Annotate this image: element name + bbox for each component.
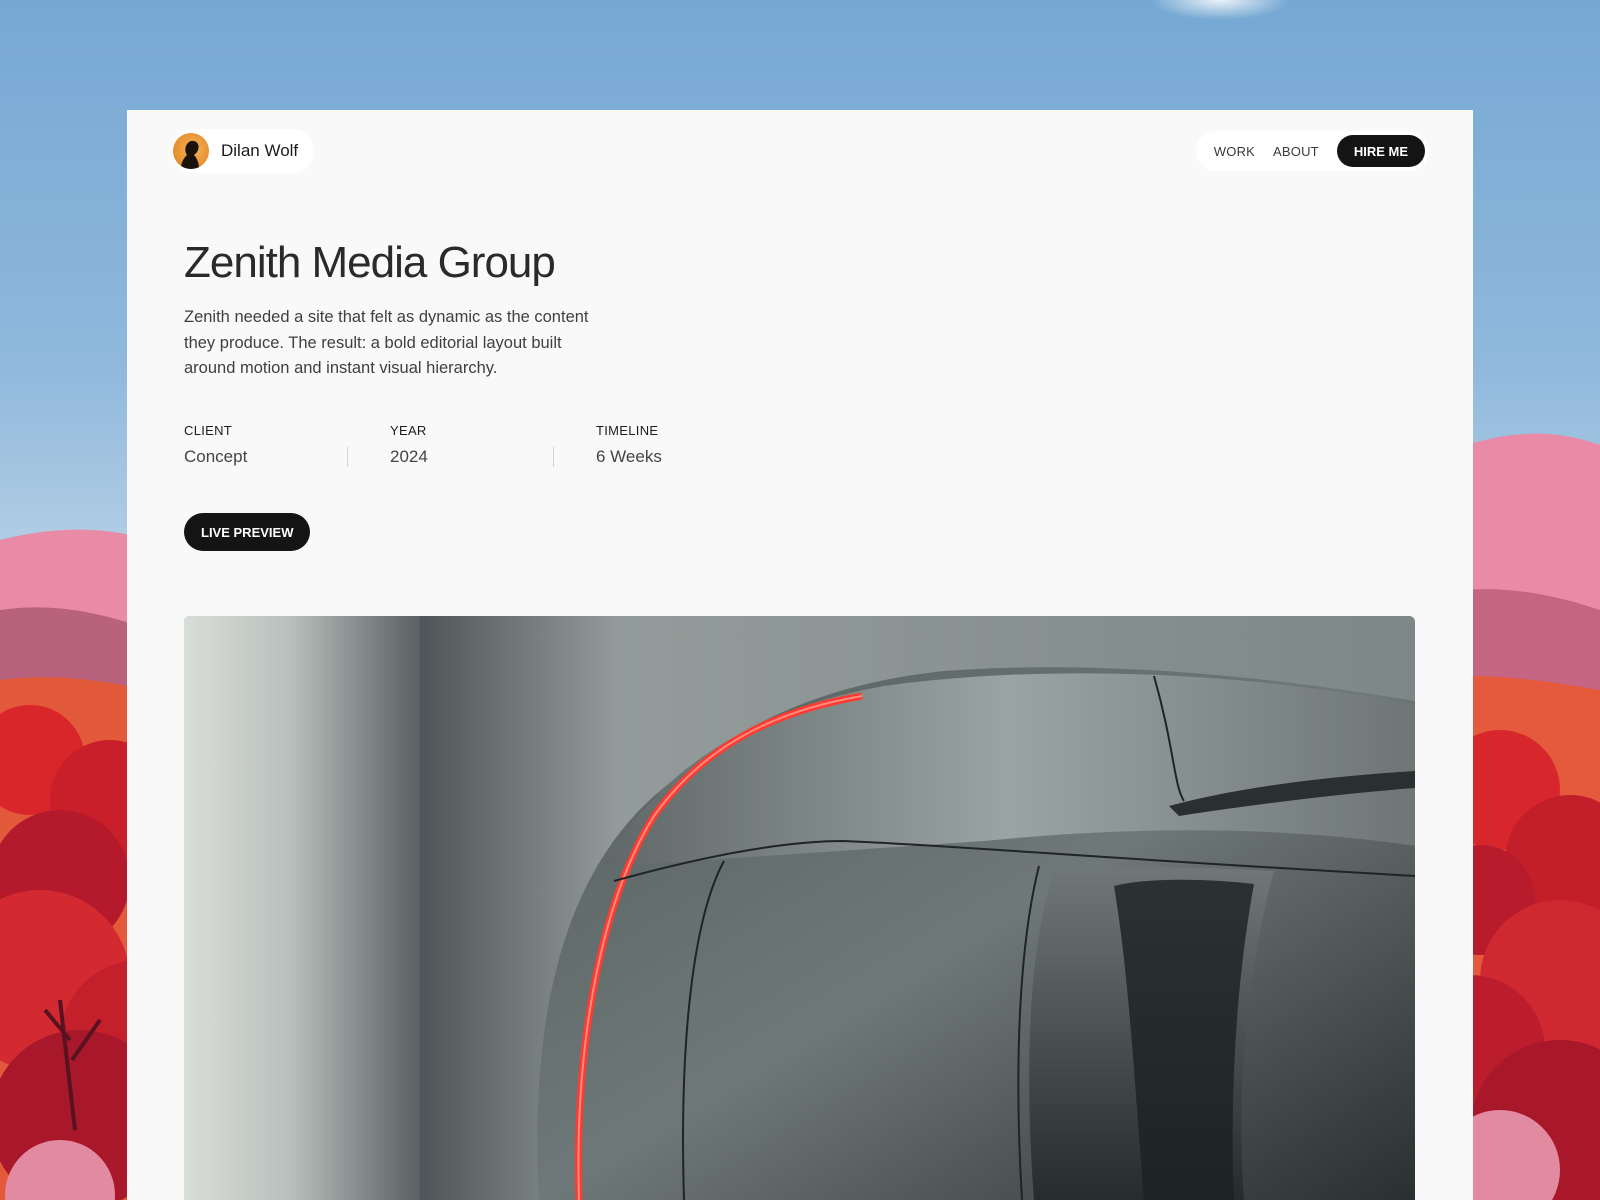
brand-name: Dilan Wolf [221, 141, 299, 160]
meta-value: 2024 [390, 447, 428, 466]
meta-timeline: TIMELINE 6 Weeks [596, 423, 802, 467]
meta-label: TIMELINE [596, 423, 659, 438]
nav-work[interactable]: WORK [1214, 144, 1255, 159]
top-bar: Dilan Wolf WORK ABOUT HIRE ME [171, 129, 1429, 173]
person-silhouette-icon [181, 140, 199, 169]
car-render-illustration [184, 616, 1415, 1200]
project-meta: CLIENT Concept YEAR 2024 TIMELINE 6 Week… [184, 423, 802, 467]
main-nav: WORK ABOUT HIRE ME [1195, 131, 1429, 171]
hire-me-button[interactable]: HIRE ME [1336, 135, 1425, 167]
hero-image [184, 616, 1415, 1200]
meta-client: CLIENT Concept [184, 423, 390, 467]
project-title: Zenith Media Group [184, 238, 556, 287]
brand[interactable]: Dilan Wolf [171, 129, 315, 173]
meta-value: Concept [184, 447, 248, 466]
meta-value: 6 Weeks [596, 447, 662, 466]
nav-about[interactable]: ABOUT [1273, 144, 1319, 159]
meta-year: YEAR 2024 [390, 423, 596, 467]
avatar [173, 133, 209, 169]
meta-divider [347, 447, 348, 467]
project-card: Dilan Wolf WORK ABOUT HIRE ME Zenith Med… [127, 110, 1473, 1200]
meta-label: YEAR [390, 423, 427, 438]
project-description: Zenith needed a site that felt as dynami… [184, 308, 589, 377]
live-preview-button[interactable]: LIVE PREVIEW [184, 513, 311, 551]
meta-divider [553, 447, 554, 467]
meta-label: CLIENT [184, 423, 233, 438]
